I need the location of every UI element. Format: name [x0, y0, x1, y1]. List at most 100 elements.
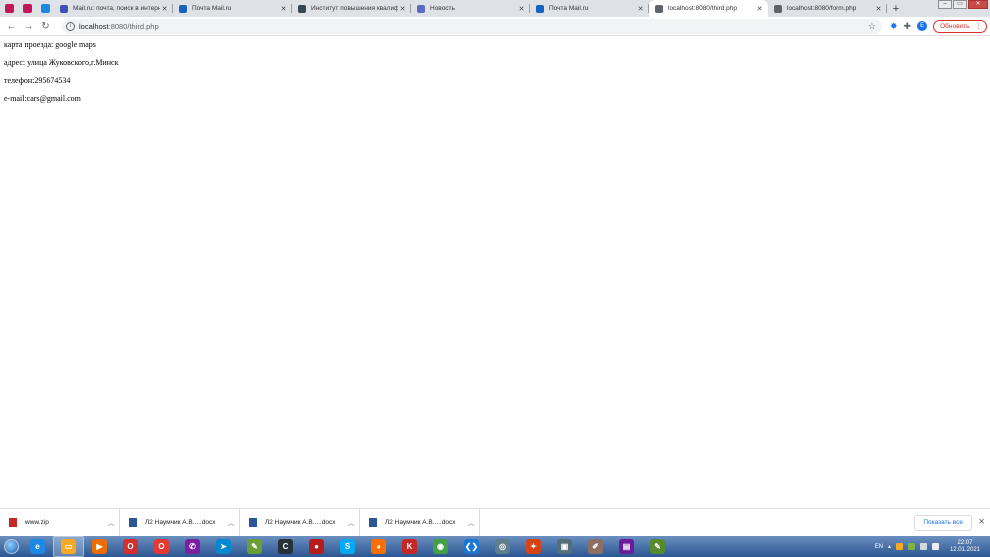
tab-title: Новость	[430, 5, 455, 12]
telegram-icon: ➤	[216, 539, 231, 554]
taskbar-app[interactable]: ▭	[53, 536, 84, 557]
tab-close-icon[interactable]: ✕	[874, 5, 883, 13]
word-doc-icon	[129, 518, 137, 527]
start-button[interactable]	[0, 536, 22, 557]
chevron-up-icon[interactable]: ︿	[343, 518, 359, 528]
opera-icon: O	[154, 539, 169, 554]
tab[interactable]: Институт повышения квалиф ✕	[292, 0, 411, 17]
taskbar-app[interactable]: ➤	[208, 536, 239, 557]
globe-icon	[774, 4, 782, 13]
taskbar-app[interactable]: ✎	[642, 536, 673, 557]
window-controls: – ▭ ✕	[938, 0, 988, 9]
taskbar-app[interactable]: ▤	[611, 536, 642, 557]
tab[interactable]: localhost:8080/form.php ✕	[768, 0, 887, 17]
star-app-icon: ✦	[526, 539, 541, 554]
app-icon	[40, 4, 50, 13]
pinned-tab[interactable]	[18, 0, 36, 17]
download-filename: Л2 Наумчик А.В.....docx	[265, 519, 336, 526]
update-button[interactable]: Обновить ⋮	[933, 19, 988, 33]
address-bar[interactable]: i localhost:8080/third.php ☆	[62, 18, 882, 34]
tab-close-icon[interactable]: ✕	[755, 5, 764, 13]
download-filename: www.zip	[25, 519, 49, 526]
opera-icon: O	[123, 539, 138, 554]
pinned-tab[interactable]	[36, 0, 54, 17]
download-item[interactable]: Л2 Наумчик А.В.....docx ︿	[360, 508, 480, 537]
back-arrow-icon[interactable]: ←	[3, 21, 20, 32]
extensions-puzzle-icon[interactable]: ✚	[904, 21, 912, 32]
taskbar-app[interactable]: ✆	[177, 536, 208, 557]
reload-icon[interactable]: ↻	[37, 21, 54, 32]
volume-icon[interactable]	[931, 543, 939, 550]
url-host: localhost	[79, 21, 109, 31]
email-line: e-mail:cars@gmail.com	[4, 94, 81, 103]
tab-close-icon[interactable]: ✕	[517, 5, 526, 13]
tab-close-icon[interactable]: ✕	[160, 5, 169, 13]
close-shelf-icon[interactable]: ✕	[978, 517, 985, 526]
url-path: :8080/third.php	[108, 21, 159, 31]
taskbar-app[interactable]: ✦	[518, 536, 549, 557]
taskbar-app[interactable]: ▣	[549, 536, 580, 557]
media-player-icon: ▶	[92, 539, 107, 554]
tab-active[interactable]: localhost:8080/third.php ✕	[649, 0, 768, 17]
taskbar-app[interactable]: S	[332, 536, 363, 557]
tab[interactable]: Новость ✕	[411, 0, 530, 17]
taskbar-app[interactable]: C	[270, 536, 301, 557]
tray-expand-icon[interactable]: ▴	[888, 543, 891, 550]
taskbar-app[interactable]: ◕	[363, 536, 394, 557]
paint-icon: ✐	[588, 539, 603, 554]
bookmark-star-icon[interactable]: ☆	[868, 21, 876, 32]
url-text[interactable]: localhost:8080/third.php	[79, 22, 159, 31]
clock[interactable]: 22:07 12.01.2021	[950, 540, 980, 554]
tab-close-icon[interactable]: ✕	[279, 5, 288, 13]
tab-close-icon[interactable]: ✕	[636, 5, 645, 13]
taskbar-app[interactable]: ✎	[239, 536, 270, 557]
firefox-icon: ◕	[371, 539, 386, 554]
pinned-tab[interactable]	[0, 0, 18, 17]
tray-app-icon[interactable]	[895, 543, 903, 550]
tab-title: Почта Mail.ru	[549, 5, 589, 12]
taskbar-app[interactable]: ◉	[425, 536, 456, 557]
profile-avatar[interactable]: Е	[917, 21, 928, 31]
address-line: адрес: улица Жуковского,г.Минск	[4, 58, 119, 67]
maximize-button[interactable]: ▭	[953, 0, 967, 9]
download-item[interactable]: Л2 Наумчик А.В.....docx ︿	[240, 508, 360, 537]
taskbar-app[interactable]: ❮❯	[456, 536, 487, 557]
kaspersky-icon: K	[402, 539, 417, 554]
taskbar-app[interactable]: ●	[301, 536, 332, 557]
taskbar-app[interactable]: O	[115, 536, 146, 557]
chevron-up-icon[interactable]: ︿	[223, 518, 239, 528]
mailru-at-icon	[417, 4, 425, 13]
viber-icon: ✆	[185, 539, 200, 554]
taskbar-app[interactable]: K	[394, 536, 425, 557]
taskbar-app[interactable]: ▶	[84, 536, 115, 557]
clock-date: 12.01.2021	[949, 546, 980, 553]
tab[interactable]: Почта Mail.ru ✕	[173, 0, 292, 17]
new-tab-button[interactable]: +	[887, 0, 905, 17]
flag-icon[interactable]	[919, 543, 927, 550]
taskbar-app[interactable]: ◎	[487, 536, 518, 557]
tab-close-icon[interactable]: ✕	[398, 5, 407, 13]
chevron-up-icon[interactable]: ︿	[463, 518, 479, 528]
download-item[interactable]: www.zip ︿	[0, 508, 120, 537]
network-icon[interactable]	[907, 543, 915, 550]
chevron-up-icon[interactable]: ︿	[103, 518, 119, 528]
site-info-icon[interactable]: i	[66, 21, 75, 31]
taskbar-app[interactable]: ✐	[580, 536, 611, 557]
download-shelf: www.zip ︿ Л2 Наумчик А.В.....docx ︿ Л2 Наумч…	[0, 508, 990, 537]
show-all-downloads-button[interactable]: Показать все	[914, 515, 972, 531]
vscode-icon: ❮❯	[464, 539, 479, 554]
tab[interactable]: Mail.ru: почта, поиск в интерн ✕	[54, 0, 173, 17]
extension-icon[interactable]: ✸	[890, 21, 898, 32]
close-window-button[interactable]: ✕	[968, 0, 988, 9]
windows-orb-icon	[3, 539, 19, 554]
taskbar-app[interactable]: O	[146, 536, 177, 557]
zip-archive-icon	[9, 518, 17, 527]
tab-strip: Mail.ru: почта, поиск в интерн ✕ Почта Mai…	[0, 0, 990, 17]
map-line: карта проезда: google maps	[4, 40, 96, 49]
tab[interactable]: Почта Mail.ru ✕	[530, 0, 649, 17]
forward-arrow-icon[interactable]: →	[20, 21, 37, 32]
minimize-button[interactable]: –	[938, 0, 952, 9]
download-item[interactable]: Л2 Наумчик А.В.....docx ︿	[120, 508, 240, 537]
taskbar-app[interactable]: e	[22, 536, 53, 557]
language-indicator[interactable]: EN	[875, 544, 883, 550]
